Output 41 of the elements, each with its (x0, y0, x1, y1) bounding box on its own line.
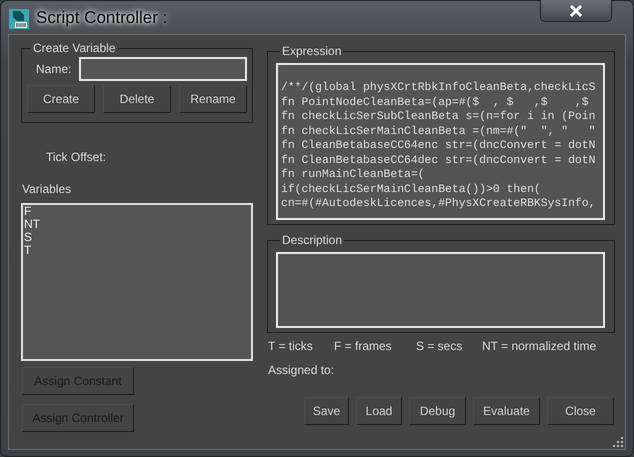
group-title: Expression (281, 44, 342, 58)
dialog-button[interactable]: Load (356, 397, 402, 425)
dialog-button[interactable]: Evaluate (473, 397, 540, 425)
code-line: fn PointNodeCleanBeta=(ap=#($ , $ ,$ ,$ (281, 96, 590, 110)
list-item[interactable]: S (24, 231, 250, 244)
code-line: /**/(global physXCrtRbkInfoCleanBeta,checkLicS (281, 81, 596, 96)
variable-button[interactable]: Delete (103, 85, 171, 113)
code-editor[interactable] (276, 63, 605, 220)
list-item[interactable]: T (24, 244, 250, 257)
legend-text: NT = normalized time (482, 339, 598, 353)
list-item[interactable]: F (24, 205, 250, 218)
variable-button[interactable]: Rename (179, 85, 247, 113)
variables-list[interactable]: F NT S T (21, 203, 253, 361)
code-line: fn CleanBetabaseCC64enc str=(dncConvert = dotN (281, 139, 596, 154)
list-item[interactable]: NT (24, 218, 250, 231)
close-button[interactable] (540, 0, 612, 22)
variable-button[interactable]: Create (27, 85, 95, 113)
code-line: fn checkLicSerMainCleanBeta =(nm=#(" ", " " (281, 124, 596, 139)
field-label: Name: (36, 62, 72, 76)
code-line: cn=#(#AutodeskLicences,#PhysXCreateRBKSysInfo, (281, 197, 596, 212)
tick-offset-label: Tick Offset: (46, 150, 108, 164)
group-title: Description (281, 233, 344, 247)
legend-text: S = secs (416, 339, 464, 353)
resize-grip-icon[interactable] (612, 436, 624, 448)
code-line: fn checkLicSerSubCleanBeta s=(n=for i in (Poin (281, 110, 596, 124)
dialog-button[interactable]: Save (304, 397, 349, 425)
description-field[interactable] (276, 252, 605, 328)
assigned-to-label: Assigned to: (268, 363, 336, 377)
list-label: Variables (22, 182, 72, 196)
app-icon (8, 8, 30, 30)
legend-text: T = ticks (268, 339, 314, 353)
name-field[interactable] (79, 57, 248, 81)
code-line: if(checkLicSerMainCleanBeta())>0 then( (281, 182, 542, 197)
dialog-button[interactable]: Close (547, 397, 614, 425)
code-line: fn runMainCleanBeta=( (281, 168, 426, 182)
close-icon (569, 4, 583, 16)
window-title: Script Controller : (36, 8, 168, 28)
legend-text: F = frames (334, 339, 393, 353)
dialog-button[interactable]: Debug (409, 397, 466, 425)
group-title: Create Variable (32, 41, 116, 55)
code-line: fn CleanBetabaseCC64dec str=(dncConvert = dotN (281, 154, 596, 168)
